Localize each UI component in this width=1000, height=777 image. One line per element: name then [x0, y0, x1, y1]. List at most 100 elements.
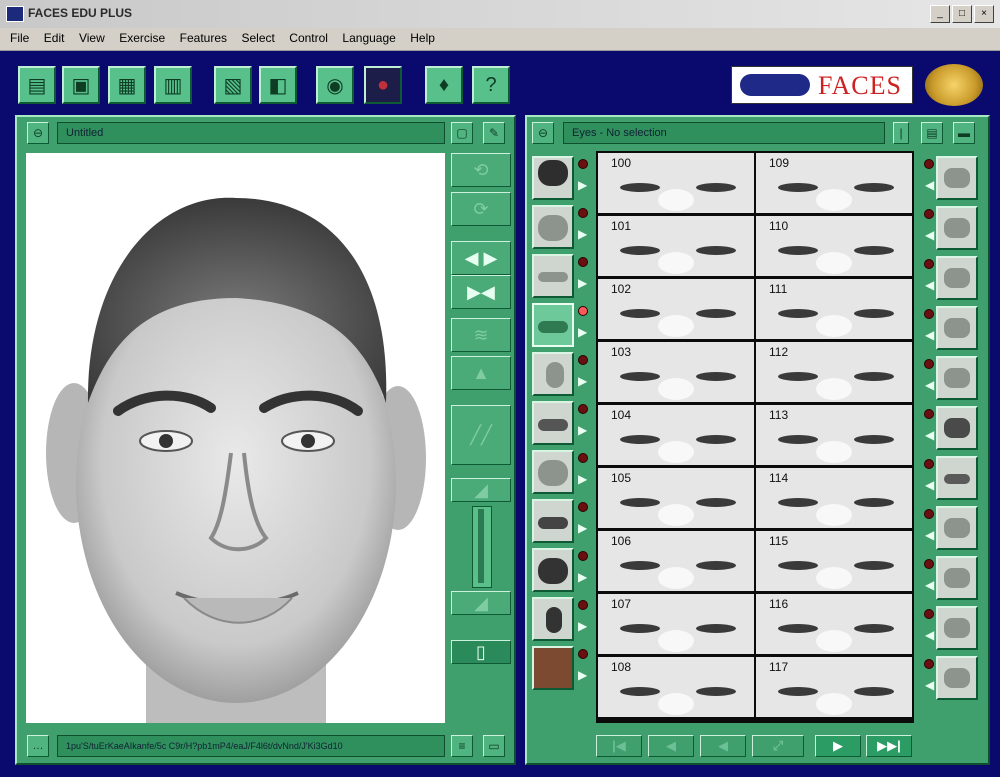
menu-help[interactable]: Help: [410, 28, 435, 48]
face-canvas[interactable]: [26, 153, 445, 723]
extra-wrinkles[interactable]: [936, 556, 978, 600]
category-beard[interactable]: [532, 548, 574, 592]
collapse-arrow-icon[interactable]: ◀: [925, 678, 934, 692]
open-file-icon[interactable]: ▣: [62, 66, 100, 104]
menu-select[interactable]: Select: [241, 28, 274, 48]
list-icon[interactable]: ≡: [451, 735, 473, 757]
collapse-arrow-icon[interactable]: ◀: [925, 228, 934, 242]
feature-cell[interactable]: 111: [756, 279, 912, 339]
extra-glasses[interactable]: [936, 456, 978, 500]
extra-eyebrows-detail[interactable]: [936, 156, 978, 200]
more-button[interactable]: …: [27, 735, 49, 757]
expand-arrow-icon[interactable]: ▶: [578, 619, 587, 633]
close-button[interactable]: ×: [974, 5, 994, 23]
extra-hat[interactable]: [936, 406, 978, 450]
folder-icon[interactable]: ▬: [953, 122, 975, 144]
expand-arrow-icon[interactable]: ▶: [578, 227, 587, 241]
slider-top-icon[interactable]: ◢: [451, 478, 511, 502]
prev-step-icon[interactable]: ◀: [700, 735, 746, 757]
feature-cell[interactable]: 101: [598, 216, 754, 276]
category-lips[interactable]: [532, 401, 574, 445]
expand-arrow-icon[interactable]: ▶: [578, 668, 587, 682]
feature-cell[interactable]: 112: [756, 342, 912, 402]
collapse-arrow-icon[interactable]: ◀: [925, 528, 934, 542]
new-document-icon[interactable]: ▤: [18, 66, 56, 104]
feature-cell[interactable]: 106: [598, 531, 754, 591]
menu-exercise[interactable]: Exercise: [119, 28, 165, 48]
feature-cell[interactable]: 107: [598, 594, 754, 654]
extra-nose-detail[interactable]: [936, 256, 978, 300]
slider-bottom-icon[interactable]: ◢: [451, 591, 511, 615]
menu-file[interactable]: File: [10, 28, 29, 48]
category-eyebrows[interactable]: [532, 254, 574, 298]
collapse-arrow-icon[interactable]: ◀: [925, 328, 934, 342]
last-page-button[interactable]: ▶▶|: [866, 735, 912, 757]
prev-page-icon[interactable]: ◀: [648, 735, 694, 757]
expand-arrow-icon[interactable]: ▶: [578, 423, 587, 437]
feature-cell[interactable]: 100: [598, 153, 754, 213]
expand-arrow-icon[interactable]: ▶: [578, 472, 587, 486]
feature-cell[interactable]: 110: [756, 216, 912, 276]
intensity-slider[interactable]: [472, 506, 492, 588]
view-eye-icon[interactable]: ◉: [316, 66, 354, 104]
compare-icon[interactable]: ●: [364, 66, 402, 104]
export-icon[interactable]: ◧: [259, 66, 297, 104]
feature-cell[interactable]: 109: [756, 153, 912, 213]
feature-cell[interactable]: 103: [598, 342, 754, 402]
expand-arrow-icon[interactable]: ▶: [578, 374, 587, 388]
adjust-lines-icon[interactable]: ≋: [451, 318, 511, 352]
features-menu-icon[interactable]: ⊖: [532, 122, 554, 144]
screen-icon[interactable]: ▢: [451, 122, 473, 144]
expand-arrow-icon[interactable]: ▶: [578, 570, 587, 584]
feature-cell[interactable]: 108: [598, 657, 754, 717]
category-moustache[interactable]: [532, 499, 574, 543]
extra-scar[interactable]: [936, 506, 978, 550]
feature-cell[interactable]: 115: [756, 531, 912, 591]
shading-icon[interactable]: ▲: [451, 356, 511, 390]
next-page-button[interactable]: ▶: [815, 735, 861, 757]
help-question-icon[interactable]: ?: [472, 66, 510, 104]
move-horizontal-icon[interactable]: ◀ ▶: [451, 241, 511, 275]
collapse-arrow-icon[interactable]: ◀: [925, 628, 934, 642]
collapse-arrow-icon[interactable]: ◀: [925, 378, 934, 392]
first-page-icon[interactable]: |◀: [596, 735, 642, 757]
category-nose[interactable]: [532, 352, 574, 396]
category-jaw[interactable]: [532, 450, 574, 494]
menu-view[interactable]: View: [79, 28, 105, 48]
trash-icon[interactable]: ▯: [451, 640, 511, 664]
menu-features[interactable]: Features: [180, 28, 227, 48]
collapse-arrow-icon[interactable]: ◀: [925, 428, 934, 442]
expand-arrow-icon[interactable]: ▶: [578, 276, 587, 290]
feature-cell[interactable]: 113: [756, 405, 912, 465]
save-icon[interactable]: ▥: [154, 66, 192, 104]
expand-arrow-icon[interactable]: ▶: [578, 325, 587, 339]
collapse-arrow-icon[interactable]: ◀: [925, 578, 934, 592]
category-goatee[interactable]: [532, 597, 574, 641]
hatch-icon[interactable]: ╱╱: [451, 405, 511, 465]
open-folder-icon[interactable]: ▦: [108, 66, 146, 104]
extra-moustache-detail[interactable]: [936, 306, 978, 350]
category-eyes[interactable]: [532, 303, 574, 347]
feature-cell[interactable]: 105: [598, 468, 754, 528]
extra-earring[interactable]: [936, 606, 978, 650]
feature-cell[interactable]: 102: [598, 279, 754, 339]
collapse-arrow-icon[interactable]: ◀: [925, 478, 934, 492]
zoom-icon[interactable]: ⤢: [752, 735, 804, 757]
category-skin-texture[interactable]: [532, 646, 574, 690]
card-icon[interactable]: ▭: [483, 735, 505, 757]
feature-cell[interactable]: 116: [756, 594, 912, 654]
hint-bulb-icon[interactable]: ♦: [425, 66, 463, 104]
collapse-arrow-icon[interactable]: ◀: [925, 178, 934, 192]
feature-cell[interactable]: 114: [756, 468, 912, 528]
rotate-right-icon[interactable]: ⟳: [451, 192, 511, 226]
print-icon[interactable]: ▧: [214, 66, 252, 104]
pen-icon[interactable]: ✎: [483, 122, 505, 144]
extra-lines[interactable]: [936, 656, 978, 700]
rotate-left-icon[interactable]: ⟲: [451, 153, 511, 187]
save-feature-icon[interactable]: ▤: [921, 122, 943, 144]
extra-chin-detail[interactable]: [936, 356, 978, 400]
extra-mouth-detail[interactable]: [936, 206, 978, 250]
mirror-icon[interactable]: ▶◀: [451, 275, 511, 309]
menu-language[interactable]: Language: [342, 28, 395, 48]
feature-cell[interactable]: 117: [756, 657, 912, 717]
